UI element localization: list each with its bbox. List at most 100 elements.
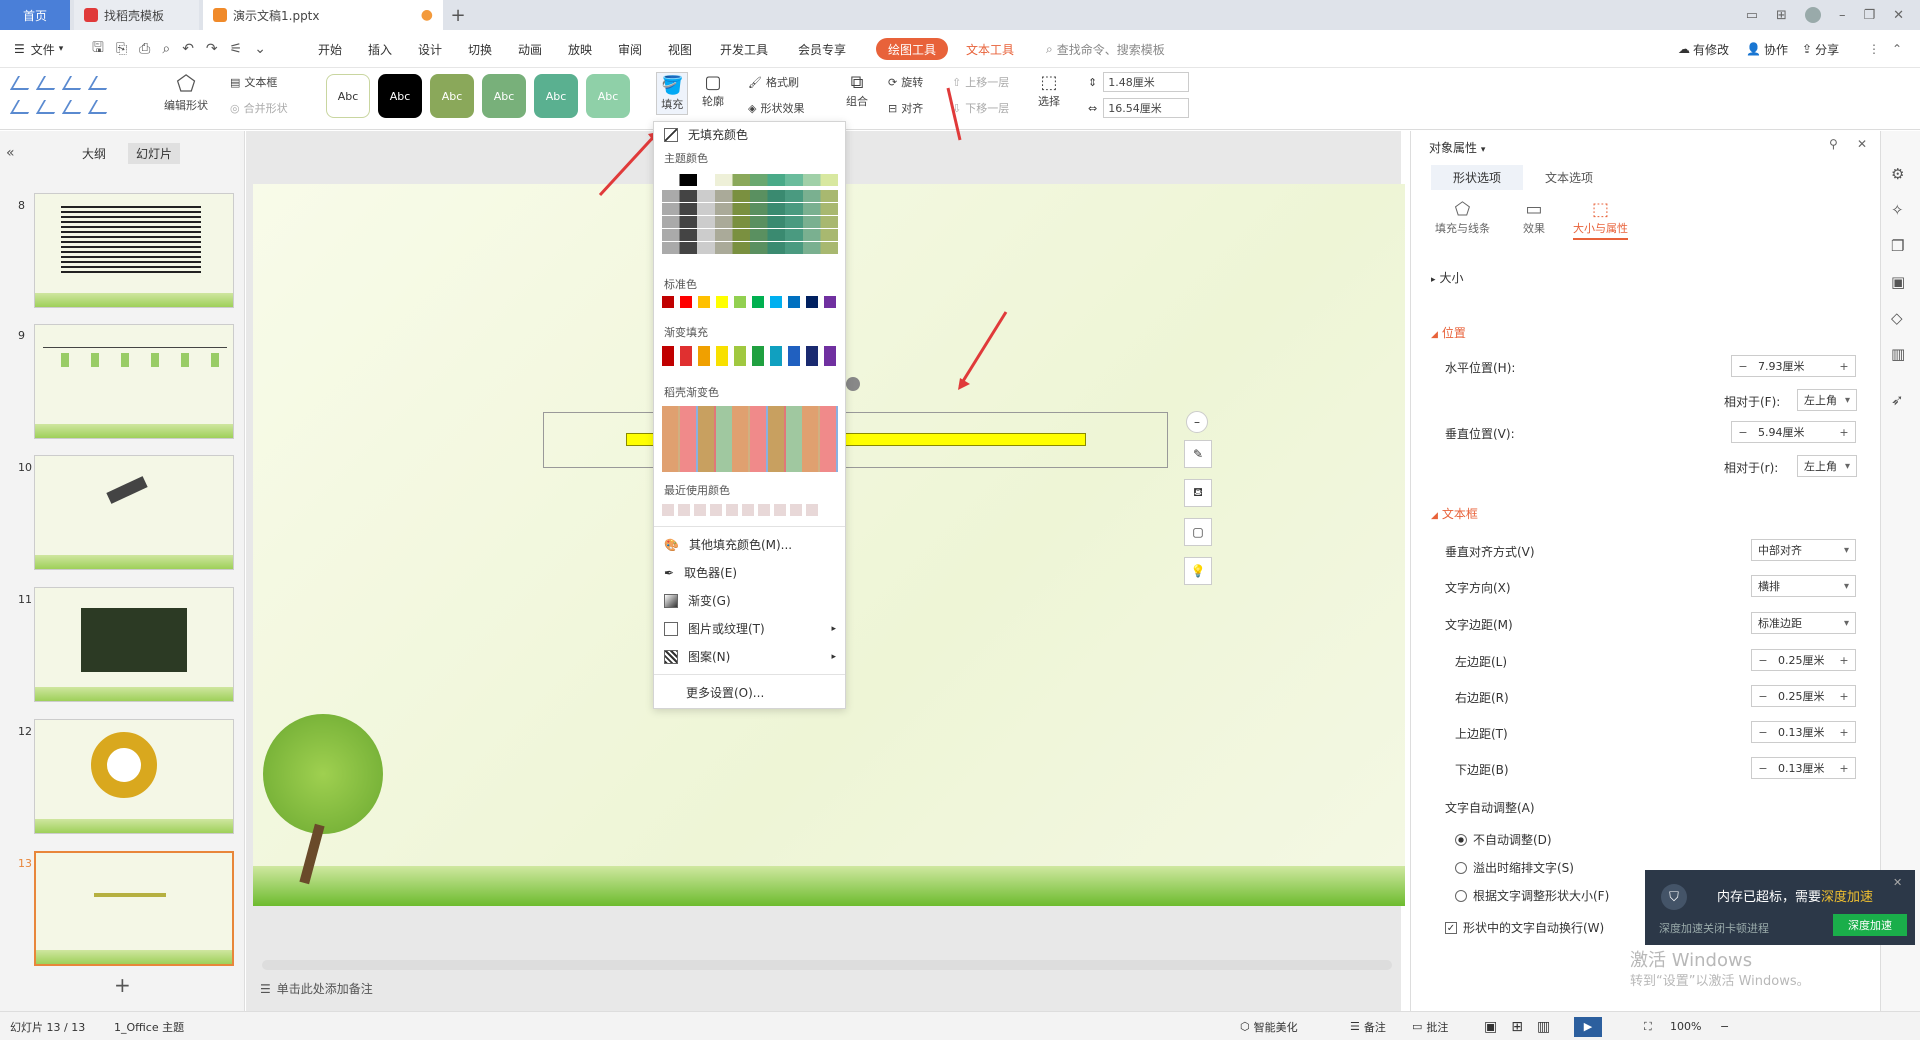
horizontal-scrollbar[interactable] — [262, 960, 1392, 970]
copy-icon[interactable]: ❐ — [1891, 237, 1904, 255]
height-input[interactable]: 1.48厘米 — [1103, 72, 1190, 92]
color-swatch[interactable] — [752, 346, 764, 366]
zoom-level[interactable]: 100% — [1670, 1012, 1701, 1040]
menu-design[interactable]: 设计 — [418, 30, 442, 68]
changes-button[interactable]: ☁ 有修改 — [1678, 30, 1729, 68]
slide-thumbnail-13[interactable] — [34, 851, 234, 966]
add-slide-button[interactable]: + — [114, 973, 131, 997]
top-margin-stepper[interactable]: −0.13厘米 + — [1751, 721, 1856, 743]
more-icon[interactable]: ⌄ — [254, 41, 266, 57]
slide-thumbnail-12[interactable] — [34, 719, 234, 834]
minus-icon[interactable]: − — [1732, 360, 1754, 373]
color-swatch[interactable] — [662, 296, 674, 308]
slide-thumbnail-8[interactable] — [34, 193, 234, 308]
maximize-icon[interactable]: ❐ — [1863, 8, 1875, 23]
slide-thumbnail-9[interactable] — [34, 324, 234, 439]
no-fill-item[interactable]: 无填充颜色 — [664, 126, 748, 143]
more-options-icon[interactable]: ⋮ — [1868, 30, 1880, 68]
theme-shades-grid[interactable] — [662, 190, 838, 254]
collapse-ribbon-icon[interactable]: ⌃ — [1892, 30, 1902, 68]
normal-view-icon[interactable]: ▣ — [1484, 1019, 1497, 1035]
menu-member[interactable]: 会员专享 — [798, 30, 846, 68]
color-swatch[interactable] — [806, 296, 818, 308]
color-swatch[interactable] — [698, 346, 710, 366]
zoom-out-icon[interactable]: − — [1720, 1012, 1729, 1040]
slide-thumbnail-10[interactable] — [34, 455, 234, 570]
menu-view[interactable]: 视图 — [668, 30, 692, 68]
notes-button[interactable]: ☰ 备注 — [1350, 1012, 1386, 1040]
color-swatch[interactable] — [824, 296, 836, 308]
color-swatch[interactable] — [716, 346, 728, 366]
rel-r-select[interactable]: 左上角 — [1797, 455, 1857, 477]
play-button[interactable]: ▶ — [1574, 1012, 1602, 1040]
plus-icon[interactable]: + — [1833, 360, 1855, 373]
select-button[interactable]: ⬚ 选择 — [1038, 72, 1060, 109]
reading-view-icon[interactable]: ▥ — [1537, 1019, 1550, 1035]
lightbulb-icon[interactable]: 💡 — [1184, 557, 1212, 585]
notes-area[interactable]: ☰ 单击此处添加备注 — [260, 980, 373, 997]
format-icon[interactable]: ⚟ — [230, 41, 243, 57]
pattern-item[interactable]: 图案(N) ▸ — [664, 648, 836, 665]
plus-icon[interactable]: + — [1833, 726, 1855, 739]
popup-boost-button[interactable]: 深度加速 — [1833, 914, 1907, 936]
plus-icon[interactable]: + — [1833, 654, 1855, 667]
sub-tab-effect[interactable]: ▭ 效果 — [1523, 199, 1545, 236]
minimize-icon[interactable]: – — [1839, 8, 1846, 23]
autofit-option-none[interactable]: 不自动调整(D) — [1455, 831, 1552, 848]
wrap-text-checkbox[interactable]: ✓ 形状中的文字自动换行(W) — [1445, 919, 1604, 936]
popup-link[interactable]: 深度加速 — [1821, 890, 1873, 905]
tab-outline[interactable]: 大纲 — [82, 145, 106, 162]
color-swatch[interactable] — [770, 346, 782, 366]
menu-drawing-tools[interactable]: 绘图工具 — [876, 38, 949, 60]
redo-icon[interactable]: ↷ — [206, 41, 218, 57]
menu-slideshow[interactable]: 放映 — [568, 30, 592, 68]
shape-style-5[interactable]: Abc — [534, 74, 578, 118]
autofit-option-resize[interactable]: 根据文字调整形状大小(F) — [1455, 887, 1609, 904]
margin-select[interactable]: 标准边距 — [1751, 612, 1856, 634]
eyedropper-item[interactable]: ✒ 取色器(E) — [664, 564, 737, 581]
minus-icon[interactable]: − — [1752, 726, 1774, 739]
tab-shape-options[interactable]: 形状选项 — [1431, 165, 1524, 190]
popup-close-icon[interactable]: ✕ — [1893, 876, 1902, 889]
theme-colors-row[interactable] — [662, 174, 838, 186]
picture-texture-item[interactable]: 图片或纹理(T) ▸ — [664, 620, 836, 637]
grid-icon[interactable]: ⊞ — [1776, 8, 1787, 23]
v-align-select[interactable]: 中部对齐 — [1751, 539, 1856, 561]
minus-icon[interactable]: − — [1752, 690, 1774, 703]
left-margin-stepper[interactable]: −0.25厘米 + — [1751, 649, 1856, 671]
plus-icon[interactable]: + — [1833, 426, 1855, 439]
export-icon[interactable]: ⎘ — [116, 41, 127, 57]
undo-icon[interactable]: ↶ — [182, 41, 194, 57]
color-swatch[interactable] — [752, 296, 764, 308]
minus-icon[interactable]: − — [1752, 762, 1774, 775]
pen-icon[interactable]: ✎ — [1184, 440, 1212, 468]
docer-gradient-grid[interactable] — [662, 406, 838, 472]
color-swatch[interactable] — [788, 296, 800, 308]
plus-icon[interactable]: + — [1833, 762, 1855, 775]
shape-style-2[interactable]: Abc — [378, 74, 422, 118]
share-button[interactable]: ⇪ 分享 — [1802, 30, 1839, 68]
minus-icon[interactable]: − — [1752, 654, 1774, 667]
size-section[interactable]: ▸ 大小 — [1431, 269, 1464, 286]
color-swatch[interactable] — [734, 346, 746, 366]
autofit-option-shrink[interactable]: 溢出时缩排文字(S) — [1455, 859, 1574, 876]
gradient-item[interactable]: 渐变(G) — [664, 592, 731, 609]
merge-shape-button[interactable]: ◎ 合并形状 — [230, 100, 288, 116]
fit-window-icon[interactable]: ⛶ — [1644, 1012, 1652, 1040]
shape-style-4[interactable]: Abc — [482, 74, 526, 118]
bottom-margin-stepper[interactable]: −0.13厘米 + — [1751, 757, 1856, 779]
plus-icon[interactable]: + — [1833, 690, 1855, 703]
slide-thumbnail-11[interactable] — [34, 587, 234, 702]
v-pos-stepper[interactable]: −5.94厘米 + — [1731, 421, 1856, 443]
search-box[interactable]: ⌕ 查找命令、搜索模板 — [1046, 30, 1165, 68]
minus-icon[interactable]: − — [1732, 426, 1754, 439]
color-swatch[interactable] — [698, 296, 710, 308]
menu-start[interactable]: 开始 — [318, 30, 342, 68]
collab-button[interactable]: 👤 协作 — [1746, 30, 1788, 68]
comments-button[interactable]: ▭ 批注 — [1412, 1012, 1448, 1040]
image-icon[interactable]: ▣ — [1891, 273, 1905, 291]
beautify-button[interactable]: ⬡ 智能美化 — [1240, 1012, 1298, 1040]
color-swatch[interactable] — [788, 346, 800, 366]
color-swatch[interactable] — [680, 346, 692, 366]
properties-icon[interactable]: ⚙ — [1891, 165, 1904, 183]
